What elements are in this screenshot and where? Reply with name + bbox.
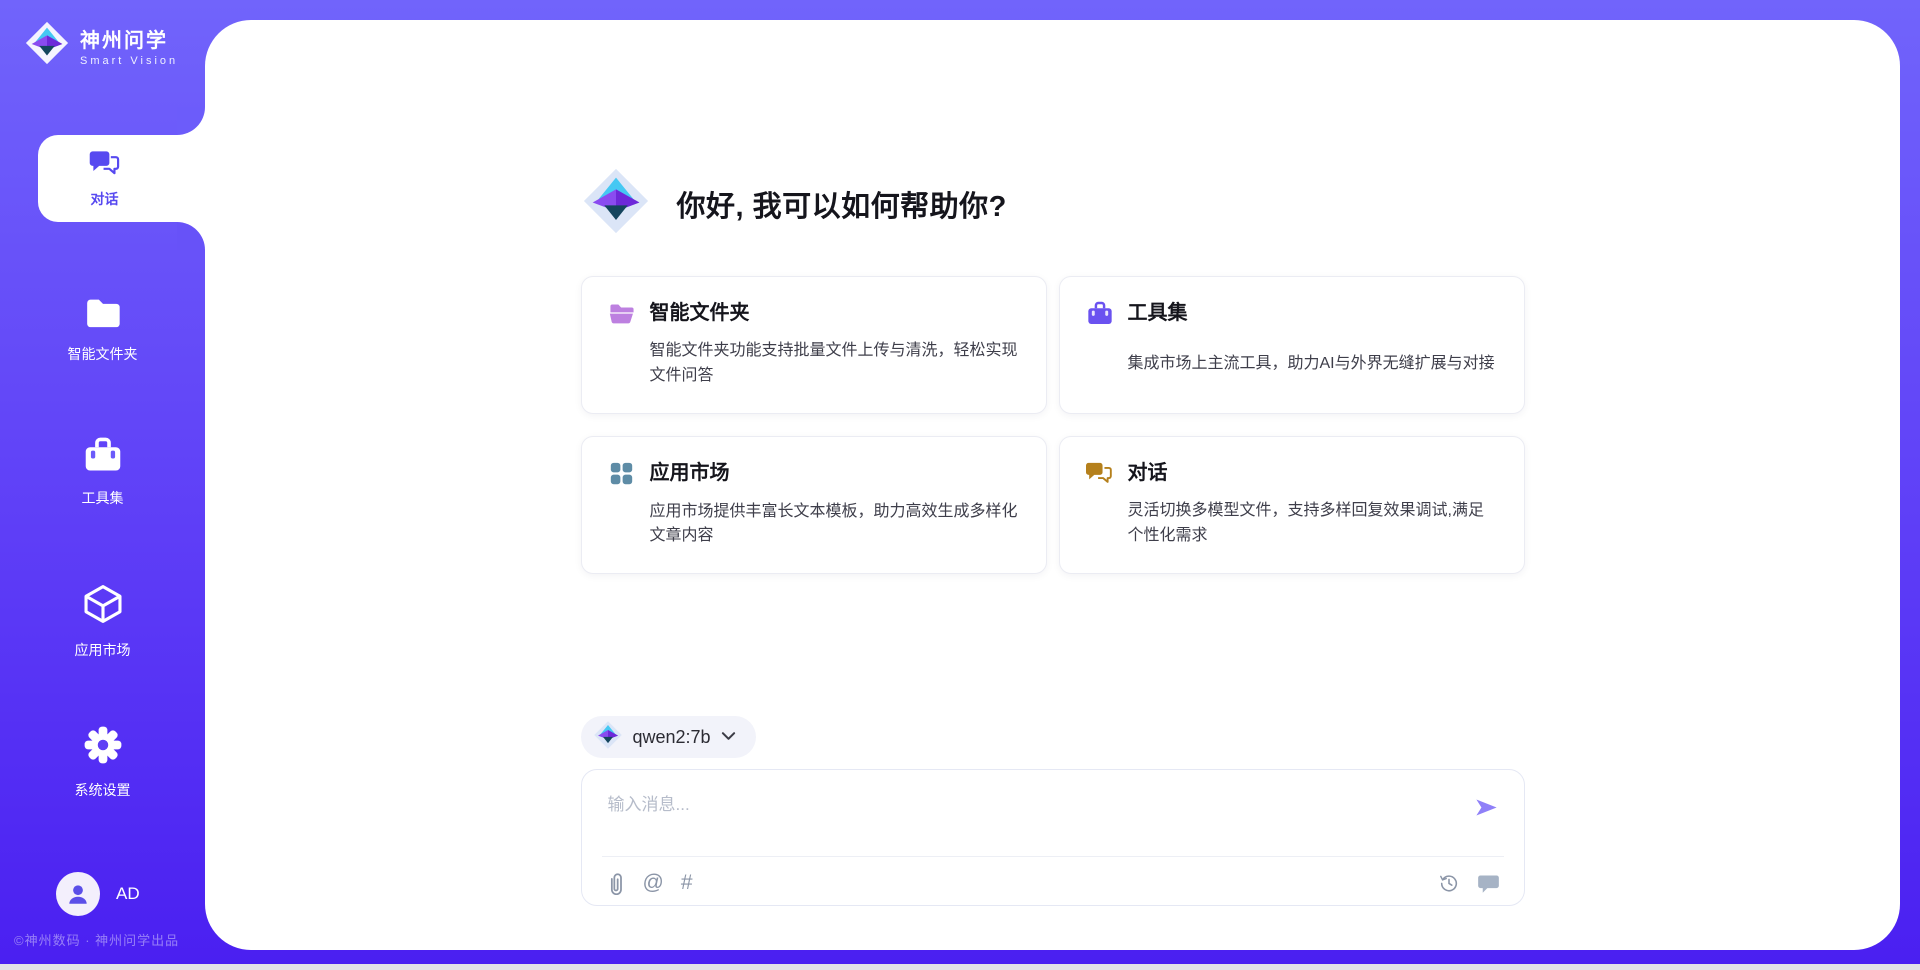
user-account[interactable]: AD	[56, 872, 140, 916]
greeting-title: 你好, 我可以如何帮助你?	[677, 183, 1007, 225]
message-composer: @ #	[581, 769, 1525, 906]
model-selector[interactable]: qwen2:7b	[581, 716, 756, 758]
user-name: AD	[116, 884, 140, 904]
mention-icon[interactable]: @	[643, 872, 664, 894]
brand-text: 神州问学 Smart Vision	[80, 24, 178, 67]
card-description: 灵活切换多模型文件，支持多样回复效果调试,满足个性化需求	[1128, 499, 1498, 549]
main-content: 你好, 我可以如何帮助你? 智能文件夹 智能文件夹功能支持批量文件上传与清洗，轻…	[205, 20, 1900, 950]
history-icon[interactable]	[1438, 872, 1460, 894]
app-root: 神州问学 Smart Vision 对话 智能文件夹	[0, 0, 1920, 970]
avatar	[56, 872, 100, 916]
briefcase-icon	[82, 436, 124, 479]
attachment-icon[interactable]	[606, 871, 626, 895]
brand-subtitle: Smart Vision	[80, 55, 178, 67]
chat-bubble-icon[interactable]	[1477, 873, 1500, 894]
tab-curve-bottom	[177, 222, 205, 250]
sidebar-item-toolset[interactable]: 工具集	[0, 436, 205, 508]
copyright-text: ©神州数码 · 神州问学出品	[14, 930, 179, 949]
card-description: 智能文件夹功能支持批量文件上传与清洗，轻松实现文件问答	[650, 339, 1020, 389]
card-smart-folder[interactable]: 智能文件夹 智能文件夹功能支持批量文件上传与清洗，轻松实现文件问答	[581, 276, 1047, 414]
chat-bubbles-icon	[89, 148, 121, 183]
window-bottom-edge	[0, 964, 1920, 970]
sidebar-item-label: 对话	[91, 189, 119, 209]
tab-curve-top	[177, 107, 205, 135]
gear-icon	[82, 724, 124, 771]
hero: 你好, 我可以如何帮助你?	[581, 166, 1007, 241]
card-description: 集成市场上主流工具，助力AI与外界无缝扩展与对接	[1128, 352, 1498, 389]
assistant-diamond-icon	[581, 166, 651, 241]
composer-toolbar: @ #	[606, 869, 1500, 897]
card-app-market[interactable]: 应用市场 应用市场提供丰富长文本模板，助力高效生成多样化文章内容	[581, 436, 1047, 575]
chevron-down-icon	[721, 728, 736, 746]
cube-icon	[81, 582, 125, 631]
sidebar-item-chat[interactable]: 对话	[38, 135, 205, 222]
grid-icon	[608, 460, 638, 492]
briefcase-icon	[1086, 300, 1116, 344]
card-title: 对话	[1128, 459, 1498, 492]
message-input[interactable]	[608, 790, 1408, 848]
sidebar-item-smart-folder[interactable]: 智能文件夹	[0, 296, 205, 364]
card-title: 应用市场	[650, 459, 1020, 492]
card-chat[interactable]: 对话 灵活切换多模型文件，支持多样回复效果调试,满足个性化需求	[1059, 436, 1525, 575]
composer-divider	[602, 856, 1504, 857]
brand-diamond-icon	[24, 20, 70, 71]
brand-logo: 神州问学 Smart Vision	[24, 20, 178, 71]
composer-area: qwen2:7b	[581, 716, 1525, 906]
hashtag-icon[interactable]: #	[681, 872, 693, 894]
sidebar-item-label: 系统设置	[75, 780, 131, 800]
sidebar-item-settings[interactable]: 系统设置	[0, 724, 205, 800]
folder-icon	[608, 300, 638, 331]
send-icon[interactable]	[1473, 794, 1500, 826]
chat-bubbles-icon	[1086, 460, 1116, 492]
model-name: qwen2:7b	[633, 727, 711, 748]
sidebar-item-label: 工具集	[82, 488, 124, 508]
brand-name: 神州问学	[80, 24, 178, 53]
folder-icon	[83, 296, 123, 335]
sidebar-item-label: 应用市场	[75, 640, 131, 660]
card-description: 应用市场提供丰富长文本模板，助力高效生成多样化文章内容	[650, 500, 1020, 550]
card-title: 工具集	[1128, 299, 1498, 344]
card-toolset[interactable]: 工具集 集成市场上主流工具，助力AI与外界无缝扩展与对接	[1059, 276, 1525, 414]
model-diamond-icon	[593, 720, 623, 755]
feature-cards: 智能文件夹 智能文件夹功能支持批量文件上传与清洗，轻松实现文件问答 工具集 集成…	[581, 276, 1525, 574]
sidebar-item-app-market[interactable]: 应用市场	[0, 582, 205, 660]
sidebar-item-label: 智能文件夹	[68, 344, 138, 364]
card-title: 智能文件夹	[650, 299, 1020, 331]
